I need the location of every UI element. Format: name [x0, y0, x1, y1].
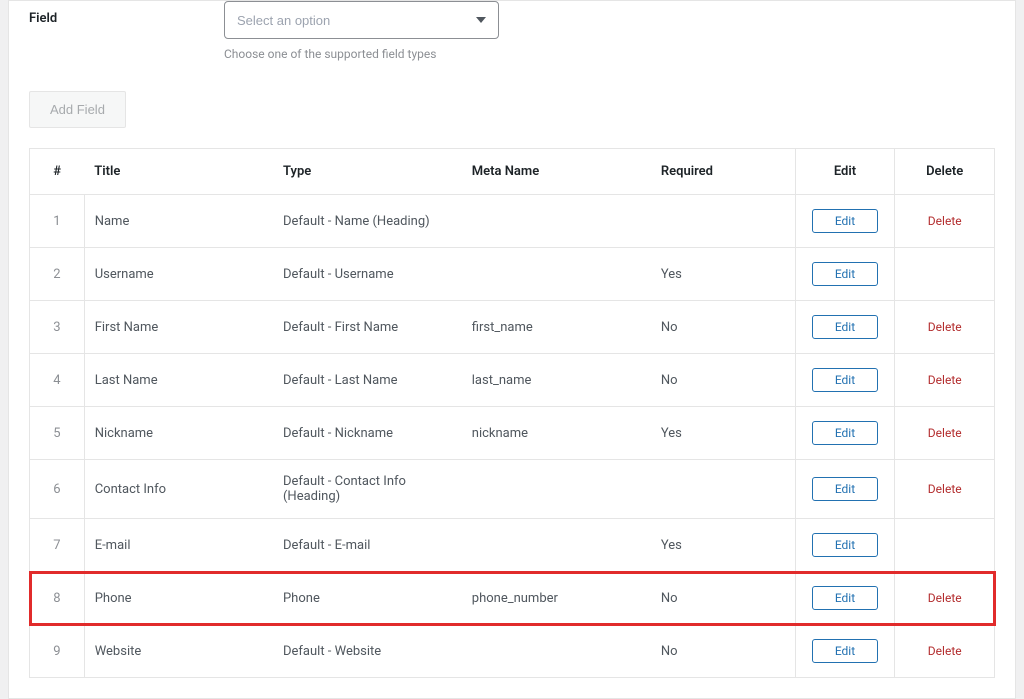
- row-required: No: [651, 625, 795, 678]
- row-type: Default - First Name: [273, 301, 462, 354]
- row-type: Default - Name (Heading): [273, 195, 462, 248]
- select-wrapper: Select an option: [224, 1, 499, 39]
- field-type-select[interactable]: Select an option: [224, 1, 499, 39]
- row-delete-cell: Delete: [895, 407, 995, 460]
- row-number: 3: [30, 301, 85, 354]
- row-number: 6: [30, 460, 85, 519]
- row-required: [651, 460, 795, 519]
- row-edit-cell: Edit: [795, 407, 895, 460]
- row-meta: nickname: [462, 407, 651, 460]
- row-meta: last_name: [462, 354, 651, 407]
- edit-button[interactable]: Edit: [812, 639, 878, 663]
- row-edit-cell: Edit: [795, 301, 895, 354]
- header-type: Type: [273, 149, 462, 195]
- edit-button[interactable]: Edit: [812, 262, 878, 286]
- table-row: 5NicknameDefault - NicknamenicknameYes Ed…: [30, 407, 995, 460]
- row-delete-cell: Delete: [895, 572, 995, 625]
- header-required: Required: [651, 149, 795, 195]
- row-meta: [462, 195, 651, 248]
- row-number: 9: [30, 625, 85, 678]
- row-type: Default - Last Name: [273, 354, 462, 407]
- table-header-row: # Title Type Meta Name Required Edit Del…: [30, 149, 995, 195]
- row-type: Default - Username: [273, 248, 462, 301]
- table-row: 3First NameDefault - First Namefirst_nam…: [30, 301, 995, 354]
- row-delete-cell: Delete: [895, 625, 995, 678]
- row-required: Yes: [651, 407, 795, 460]
- delete-button[interactable]: Delete: [928, 482, 962, 496]
- row-required: Yes: [651, 248, 795, 301]
- add-field-button[interactable]: Add Field: [29, 91, 126, 128]
- edit-button[interactable]: Edit: [812, 477, 878, 501]
- field-label: Field: [29, 1, 224, 26]
- row-edit-cell: Edit: [795, 625, 895, 678]
- row-delete-cell: Delete: [895, 460, 995, 519]
- fields-table: # Title Type Meta Name Required Edit Del…: [29, 148, 995, 678]
- row-required: No: [651, 572, 795, 625]
- table-row: 1NameDefault - Name (Heading) Edit Delete: [30, 195, 995, 248]
- row-meta: [462, 460, 651, 519]
- delete-button[interactable]: Delete: [928, 373, 962, 387]
- row-title: Website: [84, 625, 273, 678]
- edit-button[interactable]: Edit: [812, 533, 878, 557]
- table-row: 9WebsiteDefault - Website No Edit Delete: [30, 625, 995, 678]
- row-number: 1: [30, 195, 85, 248]
- row-edit-cell: Edit: [795, 572, 895, 625]
- row-number: 2: [30, 248, 85, 301]
- table-row: 4Last NameDefault - Last Namelast_nameNo…: [30, 354, 995, 407]
- header-edit: Edit: [795, 149, 895, 195]
- row-edit-cell: Edit: [795, 195, 895, 248]
- row-delete-cell: Delete: [895, 354, 995, 407]
- header-delete: Delete: [895, 149, 995, 195]
- table-row: 8PhonePhonephone_numberNoEditDelete: [30, 572, 995, 625]
- row-title: Name: [84, 195, 273, 248]
- row-title: Last Name: [84, 354, 273, 407]
- row-edit-cell: Edit: [795, 248, 895, 301]
- field-control: Select an option Choose one of the suppo…: [224, 1, 995, 61]
- row-edit-cell: Edit: [795, 460, 895, 519]
- fields-panel: Field Select an option Choose one of the…: [8, 0, 1016, 699]
- edit-button[interactable]: Edit: [812, 421, 878, 445]
- delete-button[interactable]: Delete: [928, 320, 962, 334]
- row-delete-cell: Delete: [895, 195, 995, 248]
- row-delete-cell: [895, 248, 995, 301]
- field-type-row: Field Select an option Choose one of the…: [9, 1, 1015, 61]
- row-meta: first_name: [462, 301, 651, 354]
- row-required: No: [651, 354, 795, 407]
- row-type: Default - Nickname: [273, 407, 462, 460]
- row-type: Phone: [273, 572, 462, 625]
- row-number: 5: [30, 407, 85, 460]
- header-title: Title: [84, 149, 273, 195]
- delete-button[interactable]: Delete: [928, 591, 962, 605]
- delete-button[interactable]: Delete: [928, 426, 962, 440]
- row-delete-cell: Delete: [895, 301, 995, 354]
- edit-button[interactable]: Edit: [812, 586, 878, 610]
- row-title: Phone: [84, 572, 273, 625]
- row-title: Nickname: [84, 407, 273, 460]
- edit-button[interactable]: Edit: [812, 368, 878, 392]
- row-required: [651, 195, 795, 248]
- row-number: 4: [30, 354, 85, 407]
- row-number: 8: [30, 572, 85, 625]
- row-title: First Name: [84, 301, 273, 354]
- row-meta: [462, 625, 651, 678]
- row-title: Username: [84, 248, 273, 301]
- row-required: No: [651, 301, 795, 354]
- table-row: 6Contact InfoDefault - Contact Info (Hea…: [30, 460, 995, 519]
- row-meta: [462, 248, 651, 301]
- edit-button[interactable]: Edit: [812, 315, 878, 339]
- edit-button[interactable]: Edit: [812, 209, 878, 233]
- row-meta: phone_number: [462, 572, 651, 625]
- table-row: 2UsernameDefault - Username Yes Edit: [30, 248, 995, 301]
- helper-text: Choose one of the supported field types: [224, 47, 995, 61]
- select-placeholder: Select an option: [237, 13, 330, 28]
- header-meta: Meta Name: [462, 149, 651, 195]
- row-type: Default - Contact Info (Heading): [273, 460, 462, 519]
- delete-button[interactable]: Delete: [928, 214, 962, 228]
- row-title: Contact Info: [84, 460, 273, 519]
- delete-button[interactable]: Delete: [928, 644, 962, 658]
- header-num: #: [30, 149, 85, 195]
- row-edit-cell: Edit: [795, 354, 895, 407]
- row-type: Default - Website: [273, 625, 462, 678]
